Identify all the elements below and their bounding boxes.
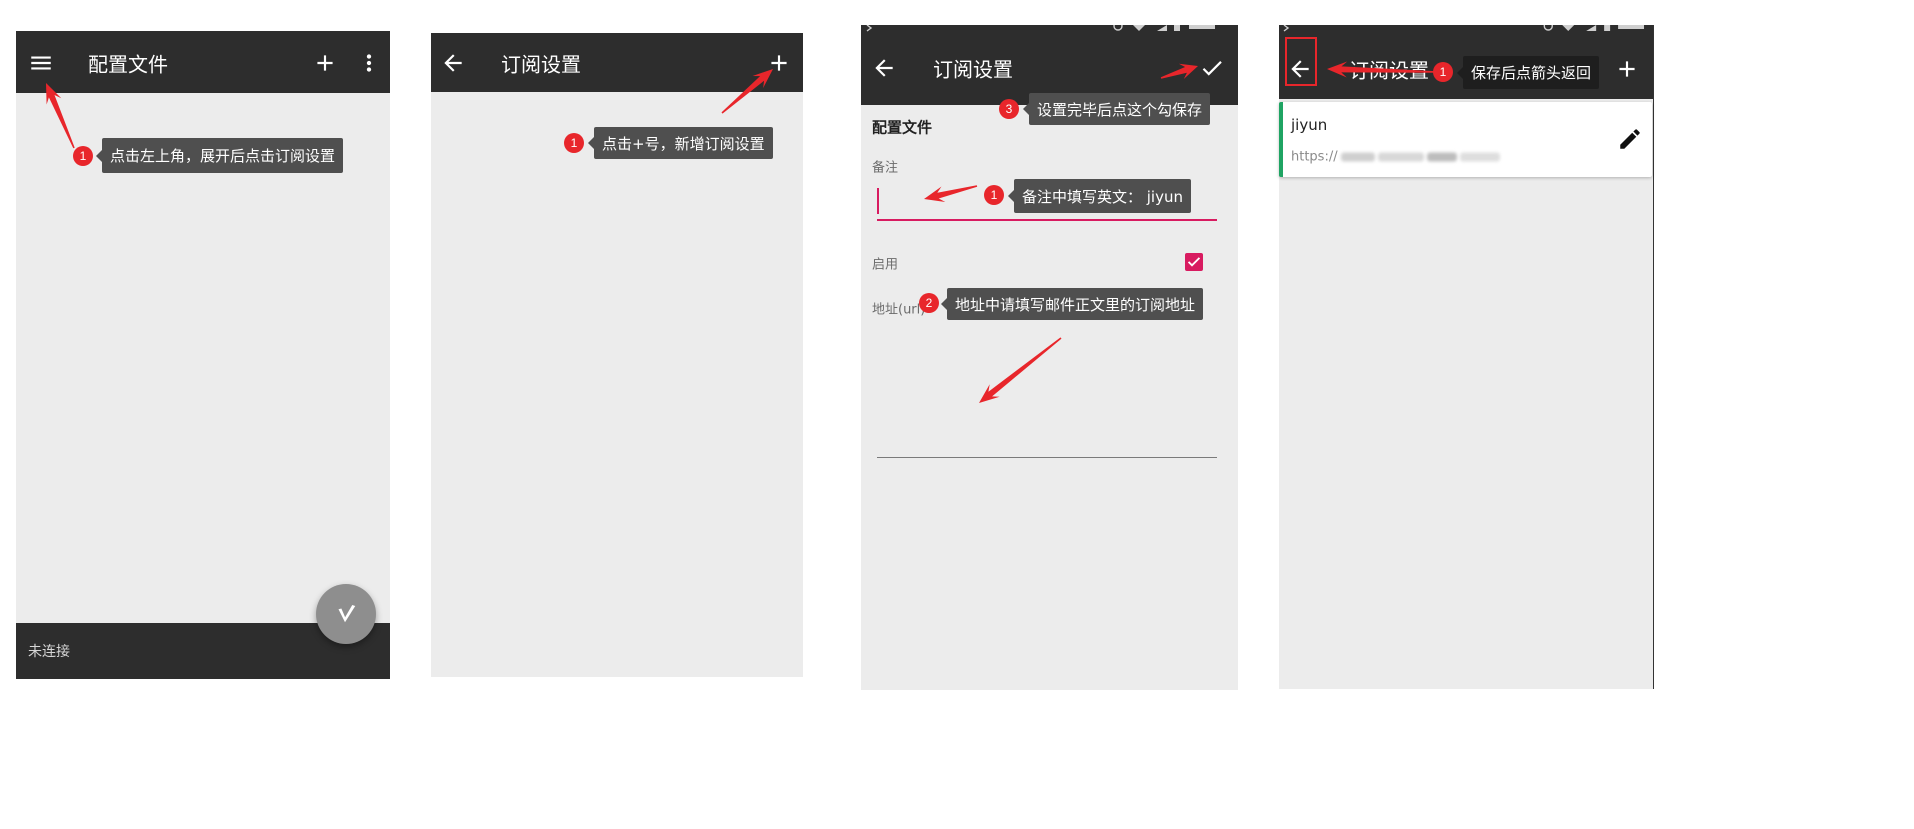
url-redacted-blur: [1340, 152, 1375, 162]
url-redacted-blur: [1426, 152, 1457, 162]
app-toolbar: 订阅设置: [431, 33, 803, 92]
connection-status-text: 未连接: [28, 644, 70, 660]
annotation-step-badge: 1: [564, 133, 584, 153]
annotation-step-badge: 3: [999, 99, 1019, 119]
url-redacted-blur: [1377, 152, 1424, 162]
annotation-tooltip: 设置完毕后点这个勾保存: [1022, 93, 1211, 125]
add-icon[interactable]: [312, 50, 338, 76]
subscription-url-prefix: https://: [1291, 149, 1338, 165]
check-icon[interactable]: [1199, 55, 1225, 81]
add-icon[interactable]: [1614, 56, 1640, 82]
menu-icon[interactable]: [28, 50, 54, 76]
arrow-back-icon[interactable]: [871, 55, 897, 81]
screen-subscription-list: 订阅设置 jiyun https:// 1 保存后点箭头返回: [1279, 25, 1654, 689]
subscription-remarks: jiyun: [1291, 116, 1328, 134]
enable-checkbox[interactable]: [1182, 250, 1206, 274]
subscription-card[interactable]: jiyun https://: [1279, 102, 1652, 177]
url-label: 地址(url): [872, 302, 926, 318]
annotation-tooltip: 地址中请填写邮件正文里的订阅地址: [940, 288, 1204, 320]
page-title: 订阅设置: [1349, 58, 1429, 83]
annotation-step-badge: 1: [73, 146, 93, 166]
remarks-label: 备注: [872, 160, 899, 176]
annotation-step-badge: 1: [984, 185, 1004, 205]
add-icon[interactable]: [766, 50, 792, 76]
page-title: 配置文件: [88, 52, 168, 77]
screen-subscription-edit: 订阅设置 配置文件 备注 启用 地址(url) 1 备注中填写英文： jiyun…: [861, 25, 1238, 690]
status-bar-icons: [1283, 25, 1645, 32]
arrow-back-icon[interactable]: [440, 50, 466, 76]
screen-subscription-list-empty: 订阅设置 1 点击+号，新增订阅设置: [431, 33, 803, 677]
annotation-highlight-box: [1285, 37, 1317, 86]
url-input[interactable]: [877, 325, 1217, 458]
subscription-list: [431, 92, 803, 677]
text-caret: [877, 188, 879, 214]
page-title: 订阅设置: [501, 52, 581, 77]
section-title: 配置文件: [872, 118, 933, 137]
v-logo-icon: [338, 605, 356, 623]
annotation-tooltip: 点击左上角，展开后点击订阅设置: [95, 138, 344, 173]
enable-label: 启用: [872, 257, 899, 273]
page-title: 订阅设置: [933, 57, 1013, 82]
annotation-step-badge: 2: [919, 293, 939, 313]
annotation-step-badge: 1: [1433, 62, 1453, 82]
annotation-tooltip: 备注中填写英文： jiyun: [1008, 179, 1191, 213]
url-redacted-blur: [1459, 152, 1500, 162]
subscription-url: https://: [1291, 150, 1500, 165]
annotation-tooltip: 保存后点箭头返回: [1456, 56, 1600, 89]
screen-profiles: 配置文件 未连接 1 点击左上角，展开后点击订阅设置: [16, 31, 390, 679]
status-bar-icons: [866, 25, 1215, 32]
annotation-tooltip: 点击+号，新增订阅设置: [588, 127, 773, 159]
app-toolbar: 配置文件: [16, 31, 390, 93]
more-vert-icon[interactable]: [356, 50, 382, 76]
connect-fab-button[interactable]: [316, 584, 376, 644]
edit-pencil-icon[interactable]: [1617, 126, 1643, 152]
